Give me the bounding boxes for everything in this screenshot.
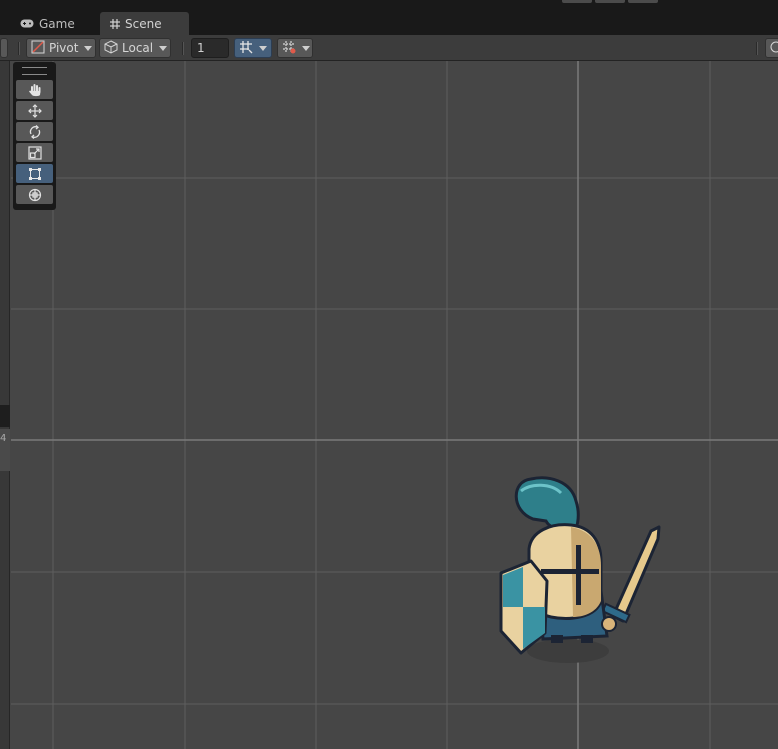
orientation-button[interactable]: [765, 38, 778, 58]
rect-tool-button[interactable]: [16, 164, 53, 183]
tab-label: Scene: [125, 16, 162, 31]
globe-icon: [770, 41, 778, 56]
chevron-down-icon: [84, 45, 93, 51]
hand-tool-button[interactable]: [16, 80, 53, 99]
scene-grid[interactable]: [11, 61, 778, 749]
tab-label: Game: [39, 16, 75, 31]
left-panel-text: 4: [0, 433, 7, 444]
tab-strip: Game Scene: [0, 0, 778, 35]
chevron-down-icon: [259, 45, 267, 51]
grid-visibility-button[interactable]: [277, 38, 313, 58]
move-arrows-icon: [27, 103, 42, 118]
scale-icon: [27, 145, 42, 160]
transform-tool-button[interactable]: [16, 185, 53, 204]
grid-icon: [282, 40, 296, 57]
grid-snap-icon: [239, 40, 253, 57]
grid-snapping-button[interactable]: [234, 38, 272, 58]
rect-transform-icon: [28, 167, 42, 181]
chevron-down-icon: [159, 45, 168, 51]
transform-icon: [28, 188, 42, 202]
tab-game[interactable]: Game: [10, 12, 98, 35]
window-button[interactable]: [628, 0, 658, 3]
hand-icon: [28, 83, 42, 97]
window-button[interactable]: [595, 0, 625, 3]
gamepad-icon: [20, 19, 34, 28]
scene-toolbar: Pivot Local 1: [0, 35, 778, 61]
window-button[interactable]: [562, 0, 592, 3]
rotate-tool-button[interactable]: [16, 122, 53, 141]
chevron-down-icon: [302, 45, 310, 51]
left-panel-edge: 4: [0, 61, 10, 749]
hash-icon: [110, 18, 120, 29]
tab-scene[interactable]: Scene: [100, 12, 189, 35]
cube-icon: [104, 39, 118, 57]
overlay-toggle-button[interactable]: [0, 38, 8, 58]
tools-overlay: [13, 62, 56, 210]
move-tool-button[interactable]: [16, 101, 53, 120]
pivot-label: Pivot: [49, 41, 79, 55]
local-label: Local: [122, 41, 154, 55]
scale-tool-button[interactable]: [16, 143, 53, 162]
drag-handle[interactable]: [22, 67, 47, 75]
knight-sprite[interactable]: [499, 476, 661, 663]
grid-snap-input[interactable]: 1: [191, 38, 229, 58]
pivot-icon: [31, 40, 45, 57]
pivot-dropdown[interactable]: Pivot: [26, 38, 96, 58]
local-dropdown[interactable]: Local: [99, 38, 171, 58]
rotate-icon: [28, 124, 42, 139]
